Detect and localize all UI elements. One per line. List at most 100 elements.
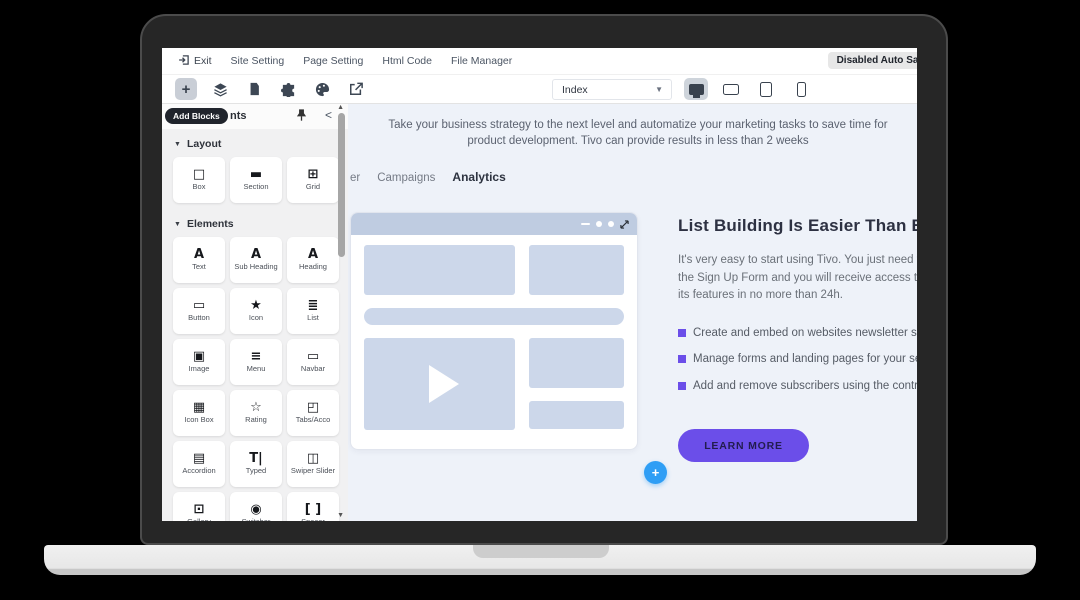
tab-analytics[interactable]: Analytics [452,170,505,184]
blocks-panel-body: ▼ Layout □ Box ▬ Section ⊞ Grid [162,129,348,521]
menu-file-manager[interactable]: File Manager [451,55,512,67]
exit-button[interactable]: Exit [178,54,212,69]
card-label: Tabs/Acco [294,416,333,425]
block-card-icon-box[interactable]: ▦ Icon Box [173,390,225,436]
block-card-menu[interactable]: ≡ Menu [230,339,282,385]
window-dot-icon [596,221,602,227]
toggle-icon: ◉ [250,503,261,516]
block-card-section[interactable]: ▬ Section [230,157,282,203]
editor-canvas[interactable]: Take your business strategy to the next … [348,104,917,521]
card-label: Section [241,183,270,192]
block-card-text[interactable]: A Text [173,237,225,283]
block-card-tabs[interactable]: ◰ Tabs/Acco [287,390,339,436]
block-card-list[interactable]: ≣ List [287,288,339,334]
pin-icon[interactable] [295,108,308,127]
play-icon [429,365,459,403]
block-card-box[interactable]: □ Box [173,157,225,203]
text-icon: A [194,248,204,261]
card-label: Spacer [299,518,327,521]
plus-icon: + [182,82,191,97]
add-section-fab[interactable]: + [644,461,667,484]
autosave-toggle-button[interactable]: Disabled Auto Sav [828,52,917,69]
device-desktop-button[interactable] [684,78,708,100]
wireframe-body [351,235,637,440]
block-card-gallery[interactable]: ⊡ Gallery [173,492,225,521]
page-tabs: er Campaigns Analytics [350,170,506,184]
exit-label: Exit [194,55,212,67]
device-phone-button[interactable] [789,78,813,100]
block-card-heading[interactable]: A Heading [287,237,339,283]
feature-column: List Building Is Easier Than Ever It's v… [678,216,917,462]
menu-page-setting[interactable]: Page Setting [303,55,363,67]
feature-heading[interactable]: List Building Is Easier Than Ever [678,216,917,236]
blocks-panel: Add Blocks nts < ▼ Layout □ Box [162,104,348,521]
card-label: Sub Heading [232,263,279,272]
video-placeholder-window[interactable] [350,212,638,450]
mock-window-titlebar [351,213,637,235]
block-card-accordion[interactable]: ▤ Accordion [173,441,225,487]
card-label: List [305,314,321,323]
device-tablet-button[interactable] [754,78,778,100]
chevron-down-icon: ▼ [174,221,181,228]
panel-scrollbar[interactable]: ▲ ▼ [336,104,347,521]
collapse-panel-icon[interactable]: < [325,108,332,122]
bullet-text: Add and remove subscribers using the con… [693,380,917,392]
theme-button[interactable] [311,78,333,100]
bullet-text: Manage forms and landing pages for your … [693,353,917,365]
feature-bullets: Create and embed on websites newsletter … [678,327,917,392]
card-label: Button [186,314,212,323]
video-thumbnail[interactable] [364,338,515,430]
paragraph-line: It's very easy to start using Tivo. You … [678,252,917,270]
block-card-navbar[interactable]: ▭ Navbar [287,339,339,385]
hero-paragraph[interactable]: Take your business strategy to the next … [378,118,898,149]
menubar: Exit Site Setting Page Setting Html Code… [162,48,917,75]
box-icon: □ [193,168,205,181]
card-label: Image [187,365,212,374]
page-selector-dropdown[interactable]: Index ▼ [552,79,672,100]
card-label: Gallery [185,518,213,521]
card-label: Grid [304,183,322,192]
card-label: Typed [244,467,268,476]
block-card-swiper-slider[interactable]: ◫ Swiper Slider [287,441,339,487]
device-laptop-button[interactable] [719,78,743,100]
publish-button[interactable] [345,78,367,100]
plugins-button[interactable] [277,78,299,100]
bullet-item: Add and remove subscribers using the con… [678,380,917,392]
puzzle-icon [281,82,296,97]
block-card-icon[interactable]: ★ Icon [230,288,282,334]
block-card-image[interactable]: ▣ Image [173,339,225,385]
chevron-down-icon: ▼ [174,141,181,148]
block-card-spacer[interactable]: [ ] Spacer [287,492,339,521]
add-blocks-button[interactable]: + [175,78,197,100]
block-card-grid[interactable]: ⊞ Grid [287,157,339,203]
block-card-sub-heading[interactable]: A Sub Heading [230,237,282,283]
tab-partial[interactable]: er [350,172,360,184]
exit-icon [178,54,190,69]
button-icon: ▭ [193,299,205,312]
menu-site-setting[interactable]: Site Setting [231,55,285,67]
file-icon [248,82,261,96]
block-card-button[interactable]: ▭ Button [173,288,225,334]
panel-title: nts [230,110,247,122]
card-label: Menu [245,365,268,374]
layers-button[interactable] [209,78,231,100]
layers-icon [213,82,228,97]
block-card-rating[interactable]: ☆ Rating [230,390,282,436]
scrollbar-thumb[interactable] [338,113,345,257]
scroll-down-icon[interactable]: ▼ [337,512,344,519]
menu-html-code[interactable]: Html Code [382,55,432,67]
tab-campaigns[interactable]: Campaigns [377,172,435,184]
accordion-icon: ▤ [193,452,205,465]
block-card-typed[interactable]: T| Typed [230,441,282,487]
window-dot-icon [608,221,614,227]
section-layout-toggle[interactable]: ▼ Layout [162,129,348,157]
feature-paragraph[interactable]: It's very easy to start using Tivo. You … [678,252,917,305]
star-icon: ★ [250,299,262,312]
section-elements-toggle[interactable]: ▼ Elements [162,209,348,237]
block-card-switcher[interactable]: ◉ Switcher [230,492,282,521]
expand-icon [620,220,629,229]
card-label: Text [190,263,208,272]
learn-more-button[interactable]: LEARN MORE [678,429,809,462]
scroll-up-icon[interactable]: ▲ [337,104,344,111]
pages-button[interactable] [243,78,265,100]
